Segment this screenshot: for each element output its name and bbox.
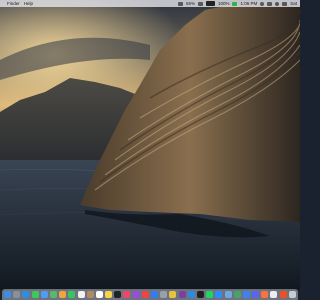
news-icon[interactable] bbox=[141, 291, 149, 298]
messages-icon[interactable] bbox=[31, 291, 39, 298]
firefox-icon[interactable] bbox=[261, 291, 269, 298]
bluetooth-icon[interactable] bbox=[267, 1, 273, 6]
control-center-icon[interactable] bbox=[197, 1, 203, 6]
menu-help[interactable]: Help bbox=[24, 0, 33, 7]
notion-icon[interactable] bbox=[270, 291, 278, 298]
contacts-icon[interactable] bbox=[86, 291, 94, 298]
wallpaper bbox=[0, 0, 300, 290]
facetime-icon[interactable] bbox=[68, 291, 76, 298]
wifi-icon[interactable] bbox=[260, 1, 265, 6]
maps-icon[interactable] bbox=[49, 291, 57, 298]
figma-icon[interactable] bbox=[279, 291, 287, 298]
spotify-icon[interactable] bbox=[206, 291, 214, 298]
podcasts-icon[interactable] bbox=[132, 291, 140, 298]
preview-icon[interactable] bbox=[224, 291, 232, 298]
screen-recording-icon[interactable] bbox=[177, 1, 183, 6]
notes-icon[interactable] bbox=[105, 291, 113, 298]
mail-icon[interactable] bbox=[40, 291, 48, 298]
launchpad-icon[interactable] bbox=[13, 291, 21, 298]
app-store-icon[interactable] bbox=[151, 291, 158, 298]
reminders-icon[interactable] bbox=[95, 291, 103, 298]
chrome-icon[interactable] bbox=[169, 291, 177, 298]
battery-icon[interactable] bbox=[205, 0, 215, 7]
clock[interactable]: 1:06 PM bbox=[240, 0, 257, 7]
finder-icon[interactable] bbox=[4, 291, 11, 298]
search-icon[interactable] bbox=[275, 1, 280, 6]
slack-icon[interactable] bbox=[178, 291, 186, 298]
dock bbox=[2, 289, 298, 300]
messages-status-icon[interactable] bbox=[232, 1, 238, 6]
vscode-icon[interactable] bbox=[187, 291, 195, 298]
menu-bar: Finder Help 65% 100% 1:06 PM Sat bbox=[0, 0, 300, 7]
day-label[interactable]: Sat bbox=[290, 0, 297, 7]
xcode-icon[interactable] bbox=[242, 291, 250, 298]
tv-icon[interactable] bbox=[114, 291, 122, 298]
zoom-icon[interactable] bbox=[215, 291, 223, 298]
system-preferences-icon[interactable] bbox=[160, 291, 168, 298]
battery-level bbox=[206, 1, 214, 6]
music-icon[interactable] bbox=[123, 291, 131, 298]
calendar-icon[interactable] bbox=[77, 291, 85, 298]
photos-icon[interactable] bbox=[59, 291, 67, 298]
discord-icon[interactable] bbox=[252, 291, 260, 298]
desktop bbox=[0, 0, 300, 300]
notification-center-icon[interactable] bbox=[282, 1, 288, 6]
zoom-level[interactable]: 65% bbox=[186, 0, 195, 7]
trash-icon[interactable] bbox=[288, 291, 296, 298]
terminal-icon[interactable] bbox=[196, 291, 204, 298]
battery-percent[interactable]: 100% bbox=[218, 0, 230, 7]
app-name-menu[interactable]: Finder bbox=[7, 0, 20, 7]
safari-icon[interactable] bbox=[22, 291, 30, 298]
activity-monitor-icon[interactable] bbox=[233, 291, 241, 298]
